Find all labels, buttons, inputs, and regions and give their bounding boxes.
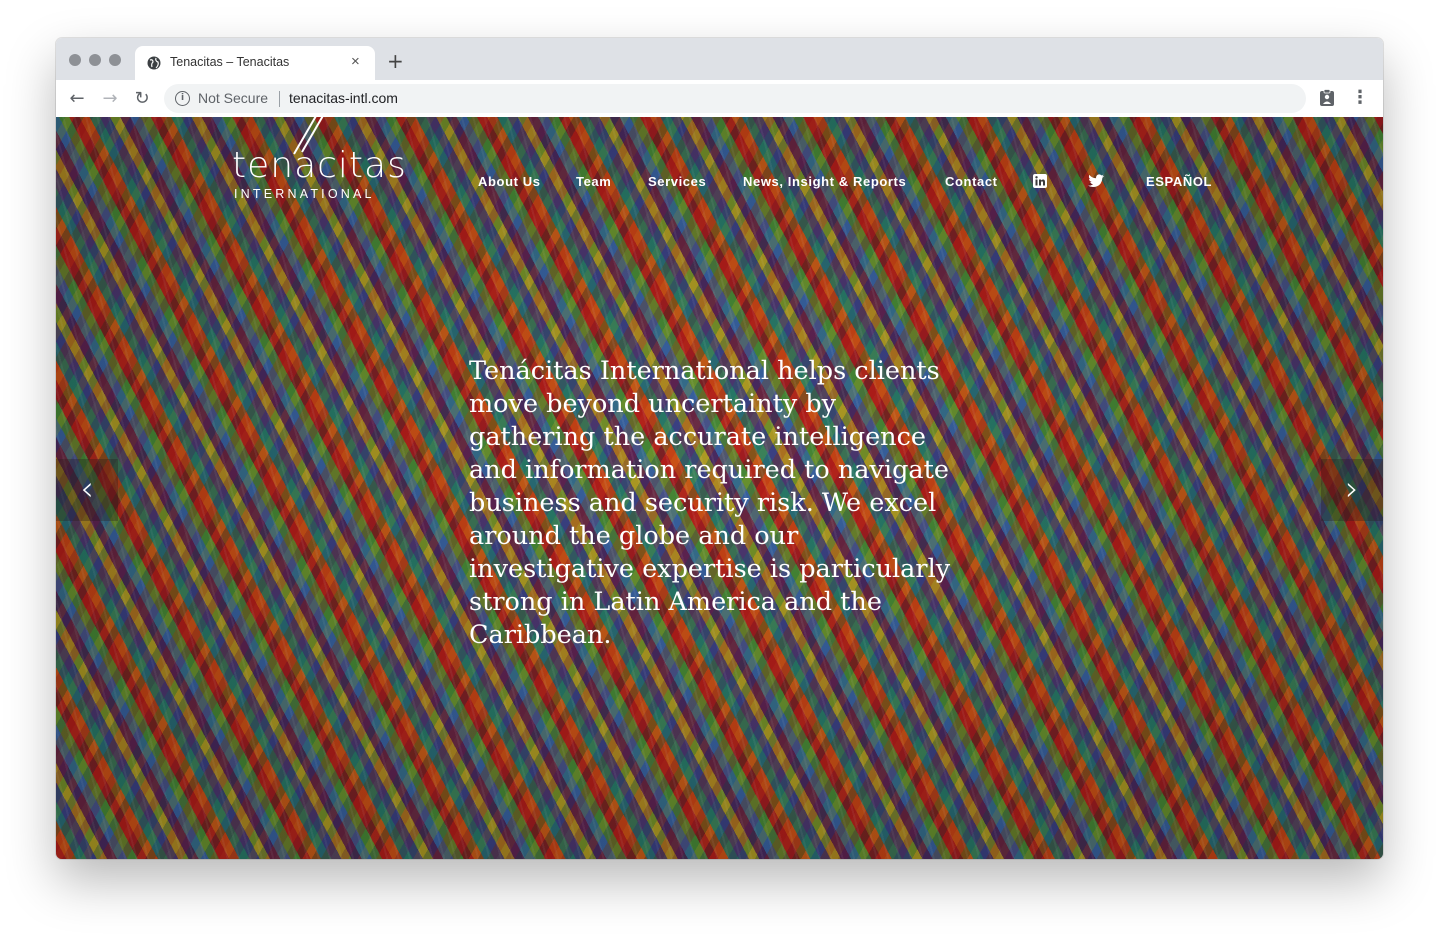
address-bar[interactable]: i Not Secure tenacitas-intl.com <box>164 84 1306 113</box>
browser-menu-icon[interactable]: ⋮ <box>1351 87 1369 109</box>
slider-prev-button[interactable]: ‹ <box>56 459 118 521</box>
hero-text: Tenácitas International helps clients mo… <box>469 356 951 650</box>
url-text[interactable]: tenacitas-intl.com <box>289 90 398 106</box>
divider <box>279 91 280 107</box>
nav-language-espanol[interactable]: ESPAÑOL <box>1146 174 1212 189</box>
tab-strip: Tenacitas – Tenacitas × + <box>56 38 1383 80</box>
nav-team[interactable]: Team <box>576 174 611 189</box>
browser-toolbar: ← → ↻ i Not Secure tenacitas-intl.com ⋮ <box>56 80 1383 118</box>
minimize-window-button[interactable] <box>89 54 101 66</box>
close-tab-icon[interactable]: × <box>351 53 360 70</box>
extension-badge-icon[interactable] <box>1319 89 1335 107</box>
tab-title: Tenacitas – Tenacitas <box>170 55 290 69</box>
hero-statement: Tenácitas International helps clients mo… <box>469 355 969 652</box>
logo-subtitle: INTERNATIONAL <box>234 187 375 201</box>
close-window-button[interactable] <box>69 54 81 66</box>
back-button[interactable]: ← <box>65 87 89 111</box>
site-logo[interactable]: tenacitas INTERNATIONAL <box>232 117 432 207</box>
security-label[interactable]: Not Secure <box>198 90 268 106</box>
hero-section: tenacitas INTERNATIONAL About Us Team Se… <box>56 117 1383 859</box>
new-tab-button[interactable]: + <box>387 49 404 73</box>
browser-window: Tenacitas – Tenacitas × + ← → ↻ i Not Se… <box>56 38 1383 859</box>
reload-button[interactable]: ↻ <box>130 87 154 111</box>
linkedin-icon[interactable] <box>1033 174 1047 188</box>
nav-services[interactable]: Services <box>648 174 706 189</box>
slider-next-button[interactable]: › <box>1321 459 1383 521</box>
browser-tab[interactable]: Tenacitas – Tenacitas × <box>135 46 375 80</box>
twitter-icon[interactable] <box>1088 174 1104 188</box>
nav-news-insight-reports[interactable]: News, Insight & Reports <box>743 174 906 189</box>
zoom-window-button[interactable] <box>109 54 121 66</box>
globe-icon <box>147 56 161 70</box>
logo-wordmark: tenacitas <box>232 145 407 186</box>
chevron-left-icon: ‹ <box>80 469 94 509</box>
forward-button[interactable]: → <box>98 87 122 111</box>
chevron-right-icon: › <box>1345 469 1359 509</box>
info-icon[interactable]: i <box>175 91 190 106</box>
nav-about-us[interactable]: About Us <box>478 174 541 189</box>
nav-contact[interactable]: Contact <box>945 174 998 189</box>
